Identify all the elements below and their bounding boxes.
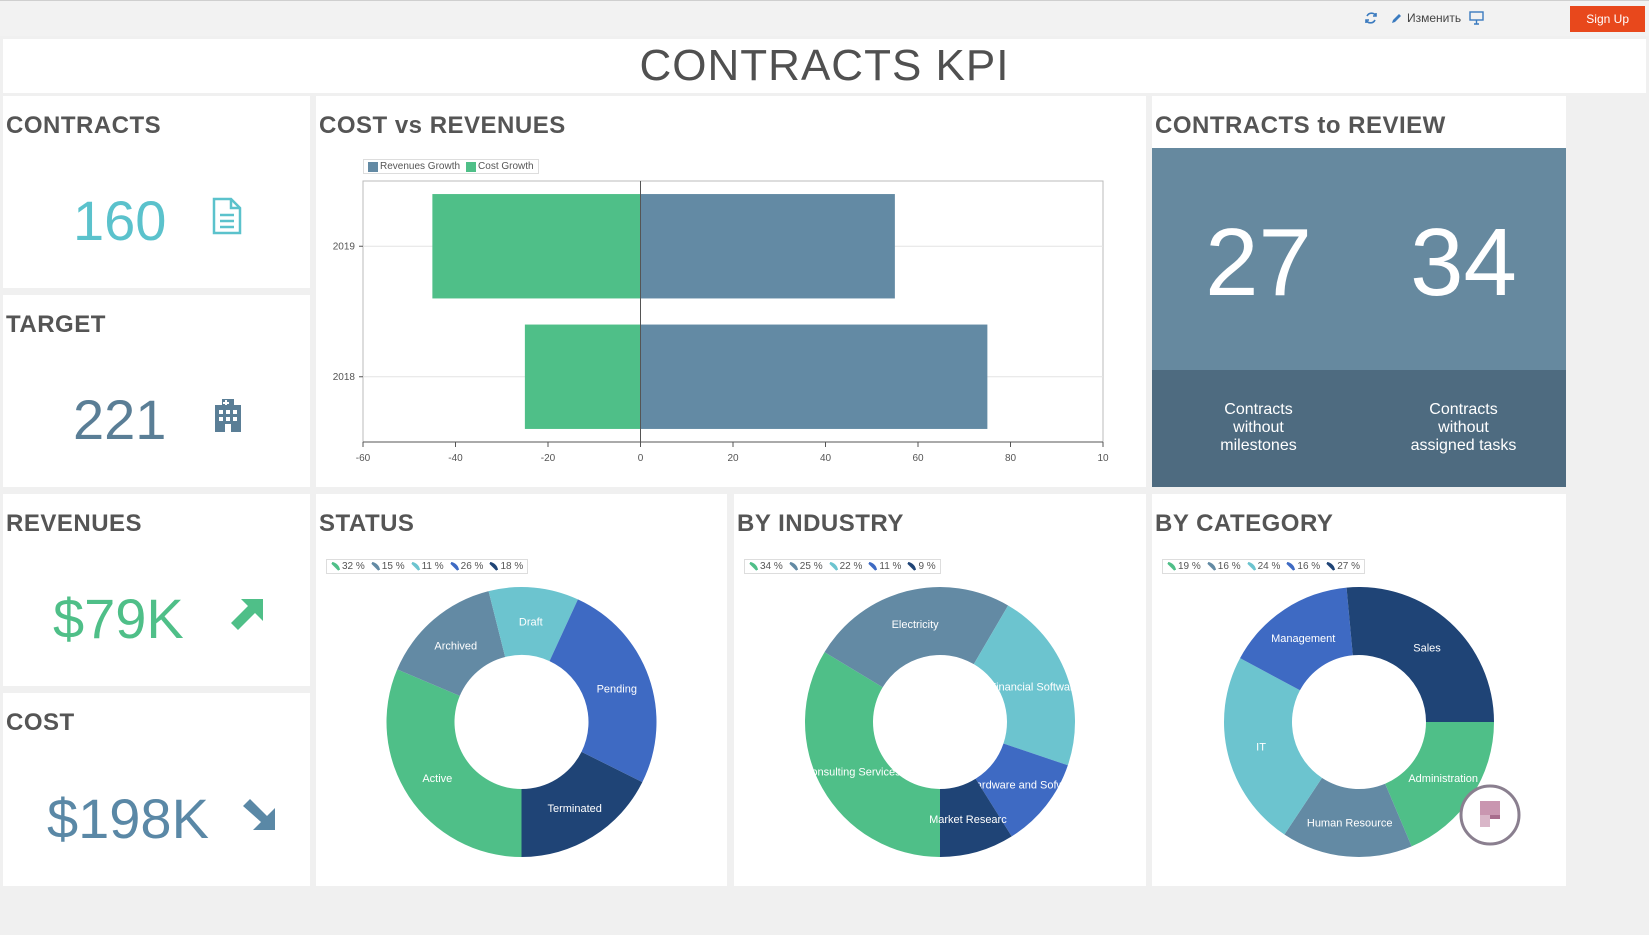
bar-revenues-growth[interactable]: [640, 194, 895, 299]
dashboard-title-panel: CONTRACTS KPI: [3, 39, 1646, 93]
caption-line: without: [1233, 419, 1284, 436]
x-tick-label: 80: [1005, 453, 1017, 464]
refresh-icon[interactable]: [1364, 11, 1378, 25]
dashboard-title: CONTRACTS KPI: [639, 41, 1010, 90]
revenues-title: REVENUES: [6, 510, 143, 537]
donut-slice[interactable]: [386, 669, 522, 857]
x-tick-label: 0: [638, 453, 644, 464]
contracts-to-review-panel: CONTRACTS to REVIEW 27 Contracts without…: [1152, 96, 1566, 487]
app-badge-icon[interactable]: [1458, 783, 1522, 847]
edit-label: Изменить: [1407, 11, 1462, 25]
caption-line: Contracts: [1224, 401, 1293, 418]
pencil-icon: [1392, 13, 1401, 23]
caption-line: Contracts: [1429, 401, 1498, 418]
cost-vs-revenues-panel: COST vs REVENUES Revenues Growth Cost Gr…: [316, 96, 1146, 487]
arrow-up-right-icon: [231, 599, 263, 630]
slice-label: Market Researc: [929, 814, 1007, 826]
cost-panel: COST $198K: [3, 693, 310, 886]
slice-label: Consulting Services: [803, 767, 901, 779]
slice-label: Sales: [1413, 642, 1441, 654]
slice-label: Archived: [434, 640, 477, 652]
x-tick-label: -60: [356, 453, 371, 464]
category-panel: BY CATEGORY 19 % 16 % 24 % 16 % 27 % Adminis…: [1152, 494, 1566, 886]
building-icon: [215, 399, 241, 432]
bar-cost-growth[interactable]: [524, 324, 641, 429]
sign-up-button[interactable]: Sign Up: [1570, 6, 1645, 32]
target-title: TARGET: [6, 311, 106, 338]
arrow-down-right-icon: [243, 799, 275, 830]
status-donut-chart: Active Archived Draft Pending Terminated: [386, 587, 657, 857]
review-value: 34: [1410, 209, 1517, 316]
slice-label: IT: [1256, 742, 1266, 754]
caption-line: assigned tasks: [1410, 437, 1517, 454]
slice-label: Pending: [597, 683, 637, 695]
x-tick-label: 20: [727, 453, 739, 464]
cost-vs-revenues-chart: 2019 2018 -60 -40 -20 0 20 40 60 80 10: [333, 180, 1109, 464]
y-tick-label: 2019: [333, 241, 356, 252]
caption-line: without: [1438, 419, 1489, 436]
revenues-panel: REVENUES $79K: [3, 494, 310, 686]
contracts-title: CONTRACTS: [6, 112, 162, 139]
document-icon: [212, 197, 242, 235]
slice-label: Active: [422, 773, 452, 785]
contracts-panel: CONTRACTS 160: [3, 96, 310, 288]
x-tick-label: -40: [448, 453, 463, 464]
slice-label: Draft: [519, 616, 543, 628]
review-caption: Contracts without milestones: [1152, 370, 1365, 487]
slice-label: Terminated: [547, 803, 601, 815]
present-icon[interactable]: [1469, 11, 1484, 25]
industry-panel: BY INDUSTRY 34 % 25 % 22 % 11 % 9 % Consulti…: [734, 494, 1146, 886]
slice-label: Financial Software: [989, 682, 1080, 694]
x-tick-label: 10: [1097, 453, 1109, 464]
x-tick-label: 40: [820, 453, 832, 464]
review-value: 27: [1205, 209, 1312, 316]
contracts-value: 160: [73, 189, 167, 252]
slice-label: Hardware and Sofwa: [968, 780, 1072, 792]
target-value: 221: [73, 388, 167, 451]
bar-revenues-growth[interactable]: [640, 324, 988, 429]
edit-button[interactable]: Изменить: [1390, 11, 1461, 25]
industry-donut-chart: Consulting Services Electricity Financial …: [803, 587, 1080, 857]
x-tick-label: 60: [912, 453, 924, 464]
review-box-tasks[interactable]: 34 Contracts without assigned tasks: [1361, 148, 1566, 487]
revenues-value: $79K: [53, 587, 184, 650]
bar-cost-growth[interactable]: [432, 194, 641, 299]
cost-value: $198K: [47, 787, 209, 850]
slice-label: Management: [1271, 633, 1335, 645]
donut-slice[interactable]: [805, 652, 940, 857]
x-tick-label: -20: [541, 453, 556, 464]
slice-label: Electricity: [892, 619, 940, 631]
review-title: CONTRACTS to REVIEW: [1155, 112, 1446, 139]
target-panel: TARGET 221: [3, 295, 310, 487]
review-box-milestones[interactable]: 27 Contracts without milestones: [1152, 148, 1365, 487]
cost-title: COST: [6, 709, 75, 736]
y-tick-label: 2018: [333, 372, 356, 383]
review-caption: Contracts without assigned tasks: [1361, 370, 1566, 487]
top-toolbar: Изменить Sign Up: [0, 0, 1649, 36]
status-panel: STATUS 32 % 15 % 11 % 26 % 18 % Active Archiv…: [316, 494, 727, 886]
donut-slice[interactable]: [1346, 587, 1494, 722]
caption-line: milestones: [1220, 437, 1297, 454]
slice-label: Human Resource: [1307, 818, 1393, 830]
